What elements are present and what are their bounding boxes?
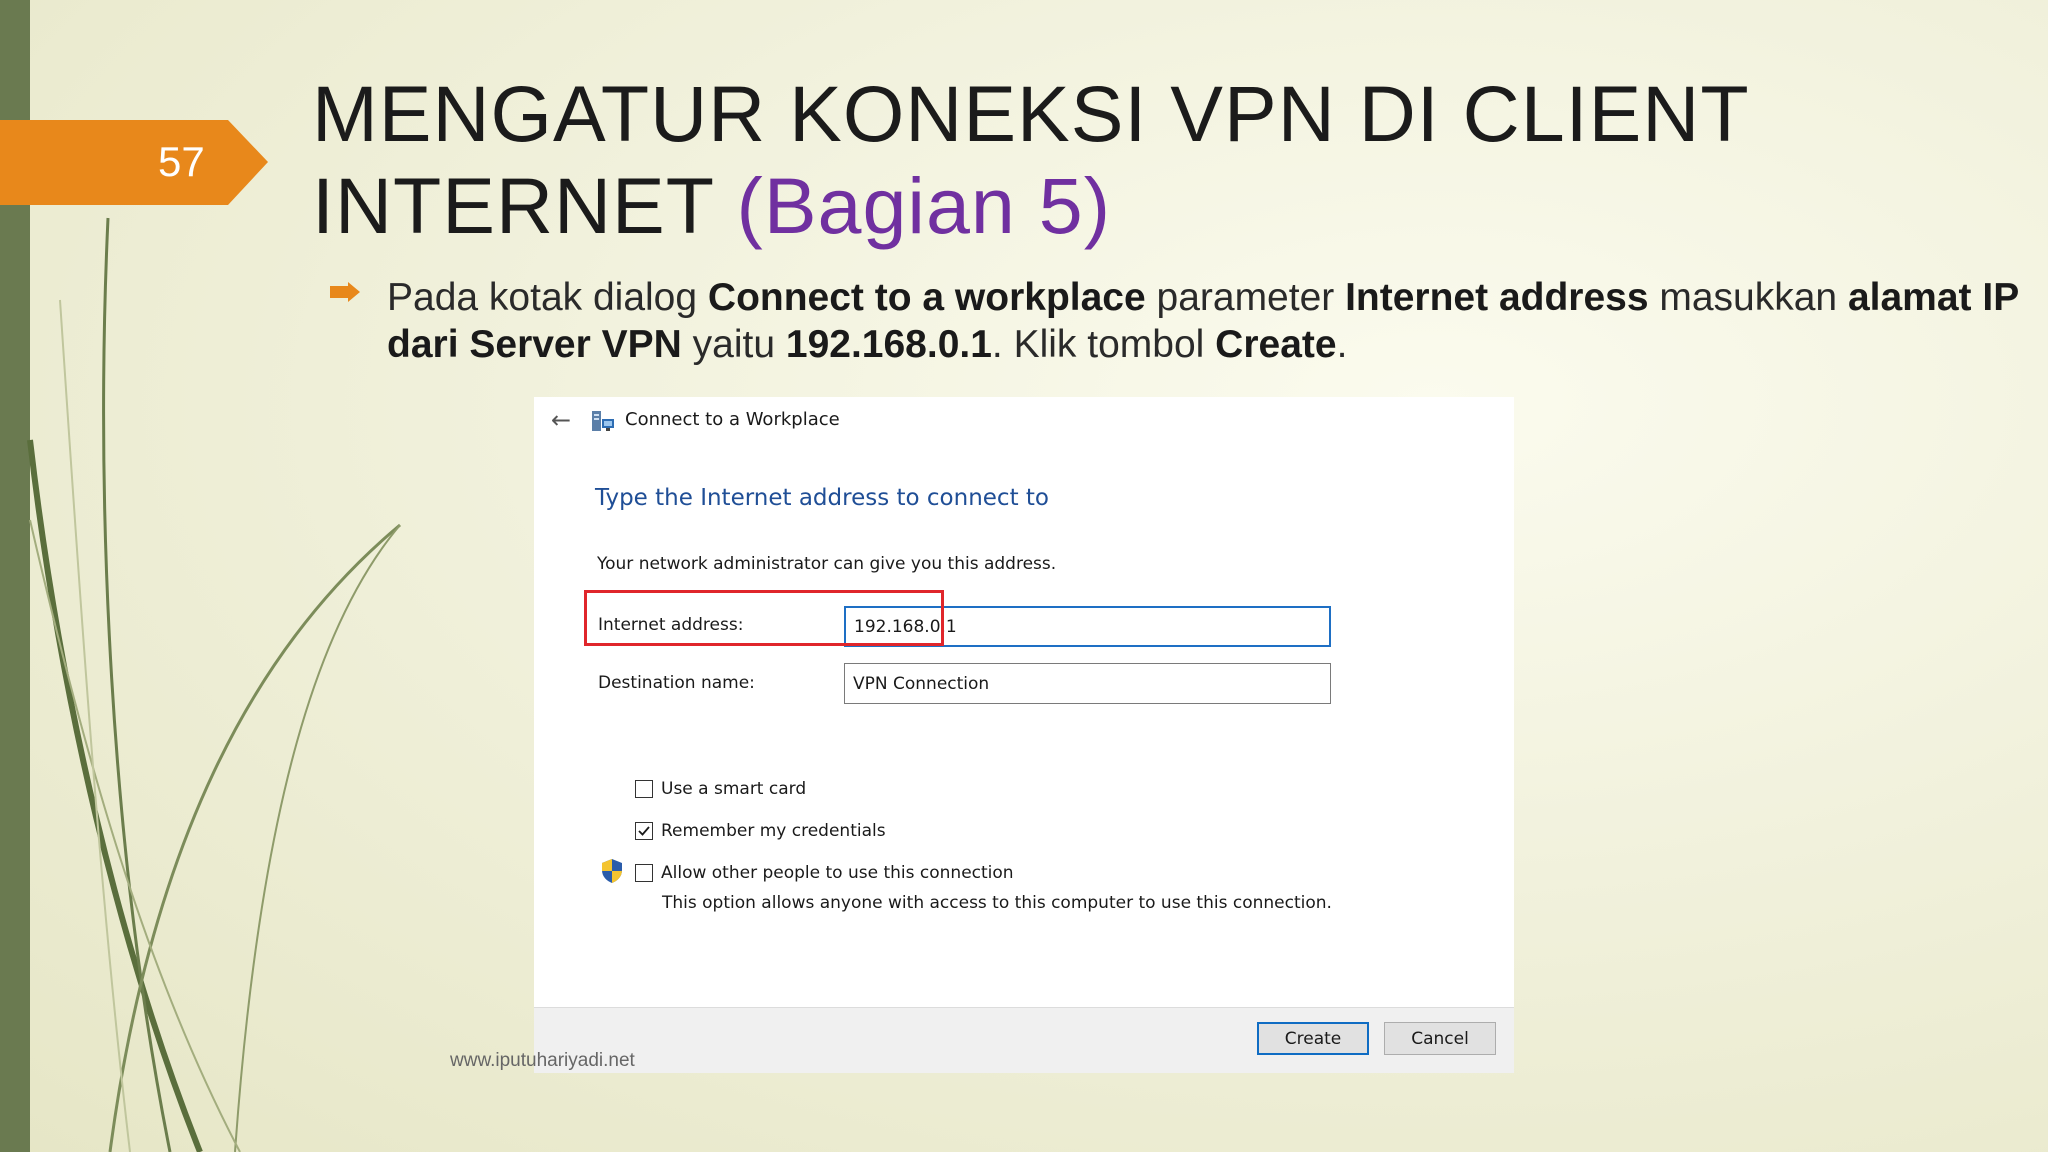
- connect-to-workplace-dialog: ← Connect to a Workplace Type the Intern…: [534, 397, 1514, 1073]
- remember-credentials-label: Remember my credentials: [661, 821, 886, 841]
- bullet-text-part: yaitu: [681, 323, 786, 366]
- title-line-1: MENGATUR KONEKSI VPN DI CLIENT: [312, 69, 1750, 158]
- bullet-text-part: parameter: [1145, 276, 1346, 319]
- network-workplace-icon: [592, 411, 614, 431]
- page-number-tab: [0, 120, 268, 205]
- allow-others-option[interactable]: Allow other people to use this connectio…: [635, 861, 1014, 885]
- destination-name-label: Destination name:: [598, 673, 755, 693]
- bullet-text-part: . Klik tombol: [991, 323, 1216, 366]
- cancel-button[interactable]: Cancel: [1384, 1022, 1496, 1055]
- watermark-url: www.iputuhariyadi.net: [450, 1050, 635, 1071]
- title-line-2: INTERNET (Bagian 5): [312, 160, 2012, 252]
- remember-credentials-option[interactable]: Remember my credentials: [635, 819, 886, 843]
- allow-others-note: This option allows anyone with access to…: [662, 893, 1332, 913]
- uac-shield-icon: [602, 859, 622, 883]
- instruction-text: Your network administrator can give you …: [597, 554, 1057, 574]
- window-title: Connect to a Workplace: [625, 409, 840, 430]
- bullet-text-part: .: [1336, 323, 1348, 366]
- back-arrow-icon[interactable]: ←: [546, 407, 576, 433]
- smart-card-label: Use a smart card: [661, 779, 807, 799]
- destination-name-input[interactable]: [844, 663, 1331, 704]
- bullet-bold-part: Internet address: [1345, 276, 1649, 319]
- page-number: 57: [158, 138, 205, 185]
- create-button[interactable]: Create: [1257, 1022, 1369, 1055]
- remember-credentials-checkbox[interactable]: [635, 822, 653, 840]
- dialog-heading: Type the Internet address to connect to: [595, 485, 1049, 511]
- slide-title: MENGATUR KONEKSI VPN DI CLIENT INTERNET …: [312, 68, 2012, 252]
- bullet-bold-part: Create: [1215, 323, 1337, 366]
- bullet-bold-part: 192.168.0.1: [785, 323, 992, 366]
- highlight-annotation-box: [584, 590, 944, 646]
- bullet-text-part: Pada kotak dialog: [387, 276, 708, 319]
- smart-card-option[interactable]: Use a smart card: [635, 777, 806, 801]
- bullet-bold-part: Connect to a workplace: [707, 276, 1146, 319]
- checkmark-icon: [638, 826, 650, 836]
- title-accent: (Bagian 5): [736, 161, 1112, 250]
- allow-others-checkbox[interactable]: [635, 864, 653, 882]
- smart-card-checkbox[interactable]: [635, 780, 653, 798]
- bullet-text: Pada kotak dialog Connect to a workplace…: [387, 274, 2027, 368]
- allow-others-label: Allow other people to use this connectio…: [661, 863, 1014, 883]
- bullet-text-part: masukkan: [1648, 276, 1848, 319]
- title-line-2-main: INTERNET: [312, 161, 714, 250]
